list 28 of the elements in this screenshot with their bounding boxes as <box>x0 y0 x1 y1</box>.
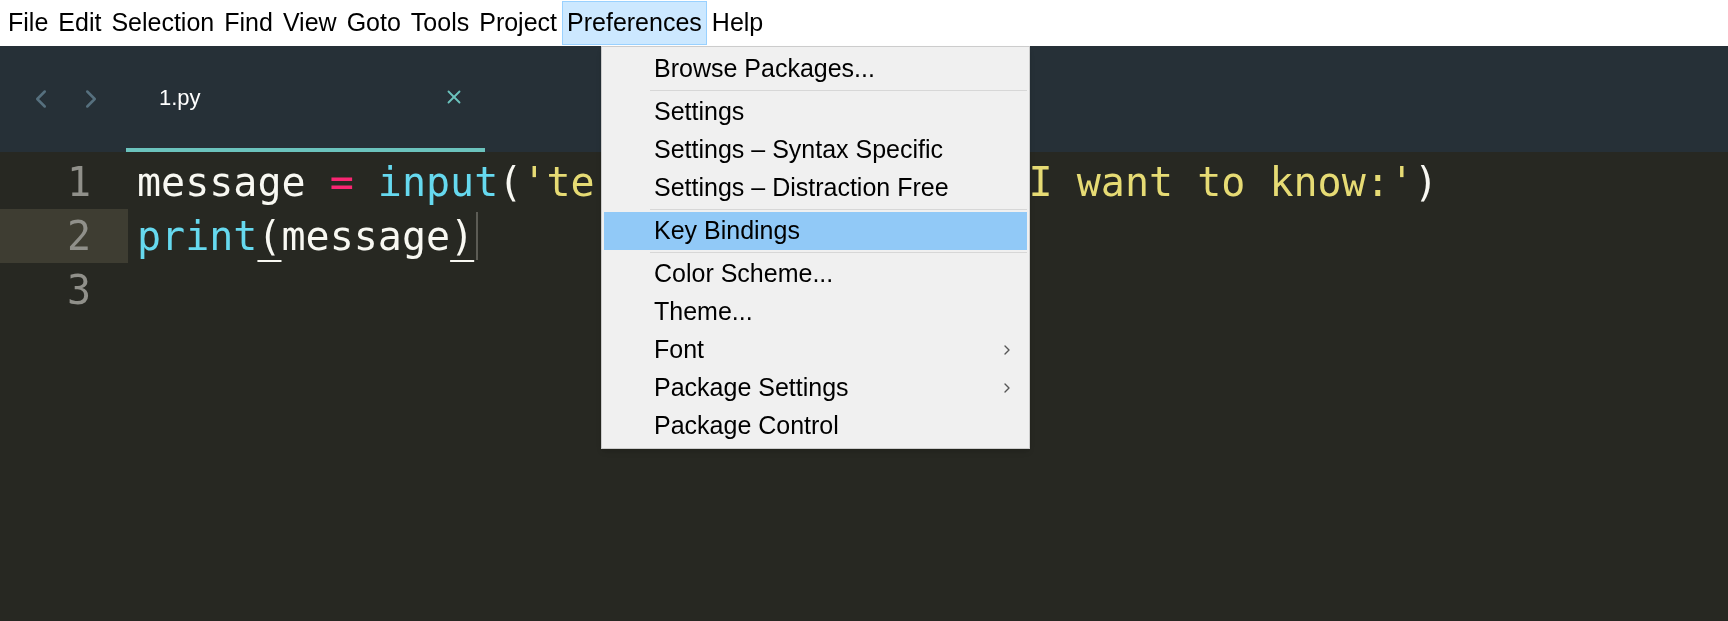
menu-item[interactable]: Theme... <box>604 293 1027 331</box>
menu-bar-item[interactable]: Goto <box>341 1 406 45</box>
menu-bar-item[interactable]: View <box>277 1 342 45</box>
menu-item[interactable]: Key Bindings <box>604 212 1027 250</box>
menu-bar-item[interactable]: Help <box>706 1 769 45</box>
menu-bar-item[interactable]: Edit <box>53 1 107 45</box>
code-text: I want to know:') <box>1028 158 1438 207</box>
menu-item[interactable]: Package Control <box>604 407 1027 445</box>
menu-item[interactable]: Color Scheme... <box>604 255 1027 293</box>
menu-item[interactable]: Package Settings <box>604 369 1027 407</box>
menu-item[interactable]: Settings <box>604 93 1027 131</box>
menu-item[interactable]: Settings – Distraction Free <box>604 169 1027 207</box>
file-tab[interactable]: 1.py <box>126 46 485 152</box>
menu-item[interactable]: Font <box>604 331 1027 369</box>
line-number: 1 <box>65 158 92 207</box>
menu-bar-item[interactable]: Project <box>474 1 563 45</box>
menu-bar-item[interactable]: Selection <box>106 1 220 45</box>
menu-bar-item[interactable]: File <box>3 1 54 45</box>
text-cursor <box>476 212 479 260</box>
line-number: 2 <box>0 209 128 263</box>
code-text: print(message) <box>137 212 475 261</box>
menu-item[interactable]: Browse Packages... <box>604 50 1027 88</box>
menu-bar-item[interactable]: Preferences <box>562 1 707 45</box>
code-text: message = input('te <box>137 158 595 207</box>
line-number: 3 <box>65 266 92 315</box>
menu-bar-item[interactable]: Find <box>219 1 278 45</box>
menu-item[interactable]: Settings – Syntax Specific <box>604 131 1027 169</box>
menu-bar-item[interactable]: Tools <box>405 1 475 45</box>
